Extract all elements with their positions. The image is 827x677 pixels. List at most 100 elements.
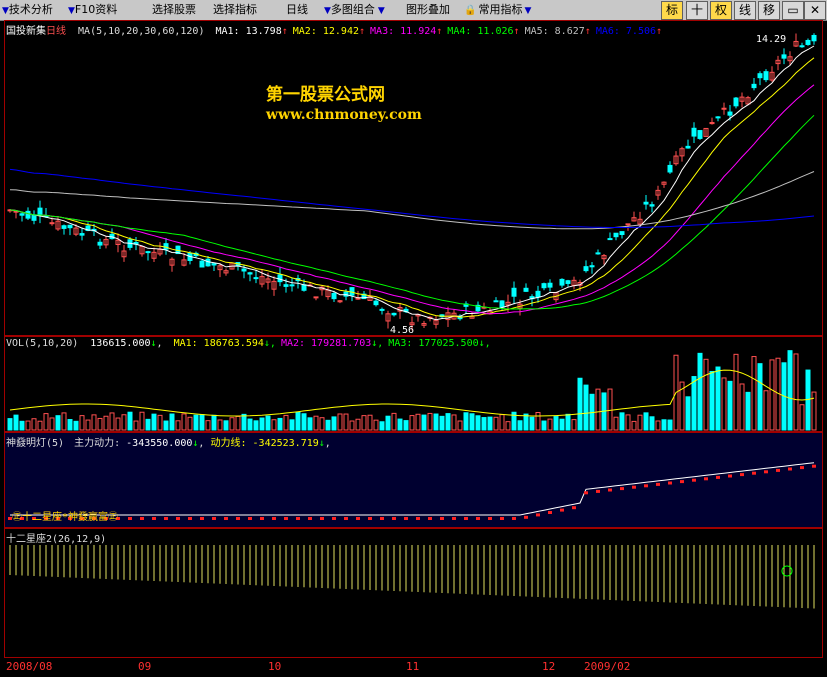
candle-body bbox=[697, 130, 703, 139]
volume-bar bbox=[499, 414, 505, 431]
volume-bar bbox=[157, 414, 163, 431]
volume-bar bbox=[481, 417, 487, 431]
candle-body bbox=[751, 83, 757, 89]
volume-bar bbox=[763, 390, 769, 431]
volume-bar bbox=[529, 416, 535, 431]
volume-bar bbox=[535, 411, 541, 431]
candle-body bbox=[391, 312, 397, 316]
volume-bar bbox=[493, 416, 499, 431]
power-line-mark bbox=[656, 482, 660, 486]
power-line-mark bbox=[188, 517, 192, 520]
volume-header: VOL(5,10,20) 136615.000↓, MA1: 186763.59… bbox=[6, 338, 491, 349]
candle-body bbox=[811, 34, 817, 42]
volume-bar bbox=[49, 417, 55, 431]
volume-bar bbox=[433, 413, 439, 431]
indicator-footer-note: ㊣十二星座*神鼗赢富㊣ bbox=[12, 512, 119, 523]
power-line-mark bbox=[284, 517, 288, 520]
candle-body bbox=[25, 210, 31, 219]
volume-bar bbox=[271, 419, 277, 431]
power-line-mark bbox=[788, 467, 792, 471]
volume-bar bbox=[631, 420, 637, 431]
candle-body bbox=[97, 241, 103, 246]
candle-body bbox=[523, 287, 529, 292]
power-line-mark bbox=[356, 517, 360, 520]
volume-bar bbox=[217, 419, 223, 431]
volume-bar bbox=[385, 415, 391, 431]
vol-ma-value-1: MA1: 186763.594↓, bbox=[173, 338, 276, 349]
volume-bar bbox=[745, 391, 751, 431]
candle-body bbox=[685, 145, 691, 149]
volume-bar bbox=[61, 412, 67, 431]
volume-bar bbox=[55, 415, 61, 431]
candle-body bbox=[595, 252, 601, 255]
volume-bar bbox=[613, 416, 619, 431]
ma-value-5: MA5: 8.627↑ bbox=[524, 26, 591, 37]
ma-line-5 bbox=[9, 171, 815, 230]
candle-body bbox=[373, 300, 379, 306]
x-axis-label: 2009/02 bbox=[584, 660, 631, 673]
volume-bar bbox=[505, 421, 511, 431]
power-line-mark bbox=[500, 517, 504, 520]
volume-bar bbox=[127, 411, 133, 431]
power-line-mark bbox=[404, 517, 408, 520]
volume-bar bbox=[259, 417, 265, 431]
candle-body bbox=[301, 284, 307, 291]
volume-bar bbox=[703, 358, 709, 431]
volume-bar bbox=[355, 418, 361, 431]
power-line-mark bbox=[452, 517, 456, 520]
volume-bar bbox=[361, 415, 367, 431]
volume-bar bbox=[175, 420, 181, 431]
volume-bar bbox=[421, 414, 427, 431]
volume-bar bbox=[199, 414, 205, 431]
power-line-mark bbox=[440, 517, 444, 520]
candle-body bbox=[757, 73, 763, 79]
candle-body bbox=[619, 231, 625, 235]
volume-bar bbox=[43, 413, 49, 431]
power-line-mark bbox=[308, 517, 312, 520]
power-line-mark bbox=[644, 484, 648, 488]
volume-bar bbox=[235, 415, 241, 431]
ma-params: MA(5,10,20,30,60,120) bbox=[78, 26, 205, 37]
volume-bar bbox=[193, 414, 199, 431]
volume-bar bbox=[97, 417, 103, 431]
volume-bar bbox=[205, 420, 211, 431]
volume-bar bbox=[739, 383, 745, 431]
volume-bar bbox=[769, 359, 775, 431]
volume-bar bbox=[721, 377, 727, 431]
volume-bar bbox=[595, 388, 601, 431]
volume-bar bbox=[31, 418, 37, 431]
candle-body bbox=[61, 225, 67, 229]
candle-body bbox=[247, 272, 253, 275]
volume-bar bbox=[85, 419, 91, 431]
volume-bar bbox=[211, 414, 217, 431]
volume-bar bbox=[25, 420, 31, 431]
power-line-mark bbox=[428, 517, 432, 520]
volume-bar bbox=[373, 419, 379, 431]
volume-bar bbox=[409, 415, 415, 431]
volume-bar bbox=[337, 413, 343, 431]
volume-bar bbox=[19, 420, 25, 431]
volume-bar bbox=[7, 418, 13, 431]
power-line-mark bbox=[368, 517, 372, 520]
power-line-mark bbox=[344, 517, 348, 520]
candle-body bbox=[667, 164, 673, 173]
candle-body bbox=[535, 290, 541, 298]
high-price-label: 14.29 bbox=[756, 34, 787, 45]
volume-bar bbox=[583, 384, 589, 431]
volume-bar bbox=[145, 418, 151, 431]
volume-bar bbox=[229, 417, 235, 431]
vol-ma-value-3: MA3: 177025.500↓, bbox=[388, 338, 491, 349]
power-line-mark bbox=[152, 517, 156, 520]
power-line-mark bbox=[260, 517, 264, 520]
volume-bar bbox=[445, 413, 451, 431]
ma-value-6: MA6: 7.506↑ bbox=[595, 26, 663, 37]
volume-bar bbox=[517, 420, 523, 431]
power-line-mark bbox=[620, 487, 624, 491]
candle-body bbox=[607, 238, 613, 241]
volume-bar bbox=[619, 412, 625, 431]
volume-bar bbox=[439, 415, 445, 431]
x-axis-label: 10 bbox=[268, 660, 282, 673]
volume-bar bbox=[415, 413, 421, 431]
ma-value-2: MA2: 12.942↑ bbox=[292, 26, 366, 37]
power-line-mark bbox=[200, 517, 204, 520]
